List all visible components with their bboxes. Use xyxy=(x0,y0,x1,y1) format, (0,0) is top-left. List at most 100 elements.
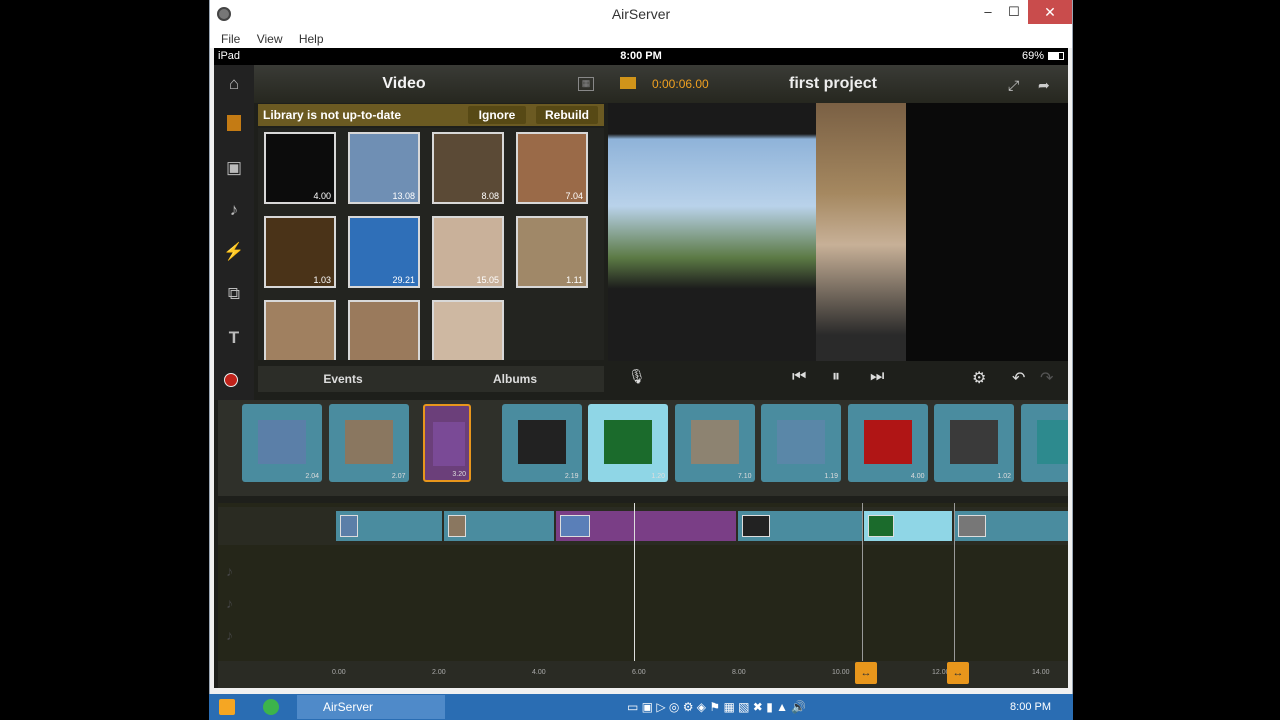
media-thumbnail[interactable]: 29.21 xyxy=(348,216,420,288)
storyboard-clip[interactable]: 3.20 xyxy=(423,404,471,482)
thumbnail-duration: 13.08 xyxy=(392,191,415,201)
start-icon[interactable] xyxy=(219,699,235,715)
clip-duration: 7.10 xyxy=(737,473,752,480)
storyboard-clip[interactable]: 1.02 xyxy=(934,404,1014,482)
storyboard-clip[interactable]: 2.04 xyxy=(242,404,322,482)
video-preview[interactable] xyxy=(608,103,1068,361)
clip-duration: 1.20 xyxy=(651,473,665,480)
audio-track-1-icon: ♪ xyxy=(226,563,233,579)
rebuild-button[interactable]: Rebuild xyxy=(536,106,598,124)
timeline-clip[interactable] xyxy=(336,511,442,541)
clip-thumbnail xyxy=(950,420,998,464)
trim-handle-start[interactable]: ↔ xyxy=(855,662,877,684)
taskbar-clock: 8:00 PM xyxy=(1010,701,1051,713)
media-thumbnail[interactable]: 1.11 xyxy=(516,216,588,288)
audio-track-2-icon: ♪ xyxy=(226,595,233,611)
thumbnail-duration: 4.00 xyxy=(313,191,331,201)
media-thumbnail[interactable]: 1.03 xyxy=(264,216,336,288)
media-thumbnail[interactable]: 8.08 xyxy=(432,132,504,204)
media-thumbnail[interactable] xyxy=(264,300,336,360)
grid-view-icon[interactable]: ▦ xyxy=(578,77,594,91)
record-button[interactable] xyxy=(224,373,238,387)
menu-file[interactable]: File xyxy=(221,30,240,48)
thumbnail-duration: 29.21 xyxy=(392,275,415,285)
undo-icon[interactable]: ↶ xyxy=(1012,368,1025,388)
battery-icon xyxy=(1048,52,1064,60)
music-icon[interactable]: ♪ xyxy=(223,199,245,221)
project-title: first project xyxy=(788,75,877,92)
maximize-button[interactable]: ☐ xyxy=(998,0,1030,24)
tab-albums[interactable]: Albums xyxy=(430,372,600,386)
timeline-clip[interactable] xyxy=(556,511,736,541)
ruler-tick-label: 8.00 xyxy=(732,669,746,676)
menu-view[interactable]: View xyxy=(257,30,283,48)
battery-percent: 69% xyxy=(1021,50,1044,62)
title-text-icon[interactable]: T xyxy=(223,327,245,349)
ruler-tick-label: 4.00 xyxy=(532,669,546,676)
ruler-tick-label: 2.00 xyxy=(432,669,446,676)
media-thumbnail[interactable]: 4.00 xyxy=(264,132,336,204)
storyboard-clip[interactable]: 2.19 xyxy=(501,404,582,482)
timeline-clip[interactable] xyxy=(954,511,1068,541)
time-ruler: 0.00 2.00 4.00 6.00 8.00 10.00 12.00 14.00 xyxy=(218,661,1068,688)
close-button[interactable]: ✕ xyxy=(1028,0,1072,24)
media-thumbnail[interactable]: 7.04 xyxy=(516,132,588,204)
tab-events[interactable]: Events xyxy=(258,372,428,386)
media-thumbnail[interactable] xyxy=(432,300,504,360)
clip-duration: 1.19 xyxy=(824,473,838,480)
ignore-button[interactable]: Ignore xyxy=(468,106,526,124)
share-icon[interactable]: ➦ xyxy=(1038,77,1050,94)
microphone-icon[interactable]: 🎙 xyxy=(628,368,646,385)
playhead[interactable] xyxy=(634,503,635,663)
windows-taskbar: AirServer ▭ ▣ ▷ ◎ ⚙ ◈ ⚑ ▦ ▧ ✖ ▮ ▲ 🔊 8:00… xyxy=(209,694,1073,720)
storyboard-clip[interactable]: 4.00 xyxy=(847,404,928,482)
system-tray-icons: ▭ ▣ ▷ ◎ ⚙ ◈ ⚑ ▦ ▧ ✖ ▮ ▲ 🔊 xyxy=(627,700,807,714)
redo-icon[interactable]: ↷ xyxy=(1040,368,1053,388)
thumbnail-duration: 8.08 xyxy=(481,191,499,201)
media-thumbnail[interactable]: 13.08 xyxy=(348,132,420,204)
photo-icon[interactable]: ▣ xyxy=(223,157,245,179)
storyboard-clip[interactable]: 1.20 xyxy=(588,404,668,482)
home-icon[interactable]: ⌂ xyxy=(223,73,245,95)
storyboard-clip[interactable]: 1.0 xyxy=(1020,404,1068,482)
fullscreen-icon[interactable]: ⤢ xyxy=(1008,77,1019,94)
ruler-tick-label: 14.00 xyxy=(1032,669,1050,676)
thumbnail-duration: 1.11 xyxy=(566,275,583,285)
timecode: 0:00:06.00 xyxy=(652,77,709,91)
library-title: Video xyxy=(382,75,426,92)
media-thumbnail[interactable]: 15.05 xyxy=(432,216,504,288)
timeline-clip[interactable] xyxy=(444,511,554,541)
trim-handle-end[interactable]: ↔ xyxy=(947,662,969,684)
clip-thumbnail xyxy=(517,420,566,464)
thumbnail-duration: 7.04 xyxy=(565,191,583,201)
effects-icon[interactable]: ⚡ xyxy=(223,241,245,263)
clip-duration: 1.02 xyxy=(997,473,1011,480)
video-icon[interactable] xyxy=(227,115,241,131)
video-track xyxy=(218,507,1068,545)
timeline-clip[interactable] xyxy=(738,511,862,541)
media-grid: 4.00 13.08 8.08 7.04 1.03 29.21 15.05 1.11 xyxy=(258,128,604,360)
media-thumbnail[interactable] xyxy=(348,300,420,360)
ipad-screen: iPad 8:00 PM 69% ⌂ ▣ ♪ ⚡ ⧉ T Video ▦ Lib… xyxy=(214,48,1068,688)
pause-icon[interactable]: ⏸ xyxy=(832,368,840,386)
storyboard-clip[interactable]: 1.19 xyxy=(761,404,841,482)
clip-thumbnail xyxy=(863,420,912,464)
audio-track-3-icon: ♪ xyxy=(226,627,233,643)
ios-status-bar: iPad 8:00 PM 69% xyxy=(214,48,1068,65)
taskbar-airserver[interactable]: AirServer xyxy=(297,695,445,719)
transition-icon[interactable]: ⧉ xyxy=(223,283,245,305)
storyboard-clip[interactable]: 2.07 xyxy=(328,404,409,482)
browser-icon[interactable] xyxy=(263,699,279,715)
storyboard-clip[interactable]: 7.10 xyxy=(674,404,755,482)
notice-text: Library is not up-to-date xyxy=(263,108,401,122)
settings-gear-icon[interactable]: ⚙ xyxy=(972,368,986,388)
skip-forward-icon[interactable]: ⏭ xyxy=(870,368,884,386)
clip-duration: 2.19 xyxy=(564,473,579,480)
timeline-clip[interactable] xyxy=(864,511,952,541)
airserver-window: AirServer – ☐ ✕ File View Help iPad 8:00… xyxy=(209,0,1073,694)
ruler-tick-label: 0.00 xyxy=(332,669,346,676)
menu-help[interactable]: Help xyxy=(299,30,324,48)
clip-thumbnail xyxy=(258,420,306,464)
clip-thumbnail xyxy=(433,422,465,466)
skip-back-icon[interactable]: ⏮ xyxy=(792,368,806,386)
